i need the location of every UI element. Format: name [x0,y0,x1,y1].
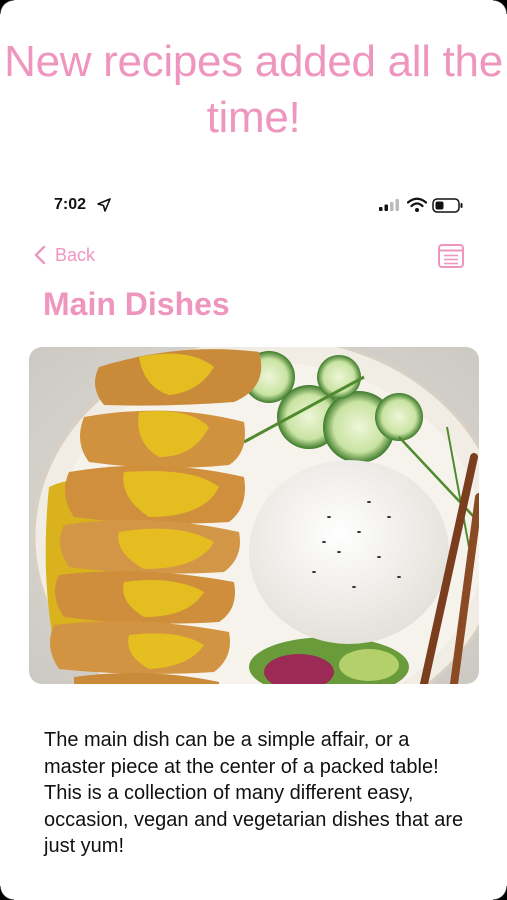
status-time: 7:02 [54,196,87,213]
promo-headline: New recipes added all the time! [4,37,503,142]
frame-corner [493,0,507,14]
dish-illustration [29,347,479,684]
dish-photo [29,347,479,684]
frame-corner [0,0,14,14]
status-bar: 7:02 [0,192,507,220]
location-arrow-icon [97,198,111,212]
cellular-signal-icon [379,199,399,211]
category-description: The main dish can be a simple affair, or… [44,729,464,857]
frame-corner [0,886,14,900]
back-button[interactable]: Back [33,240,95,270]
list-icon[interactable] [437,243,465,269]
back-label: Back [55,244,96,265]
battery-icon [432,198,463,213]
chevron-left-icon [34,245,46,265]
wifi-icon [407,197,427,212]
frame-corner [493,886,507,900]
navigation-bar: Back [0,240,507,272]
page-title: Main Dishes [43,286,230,322]
